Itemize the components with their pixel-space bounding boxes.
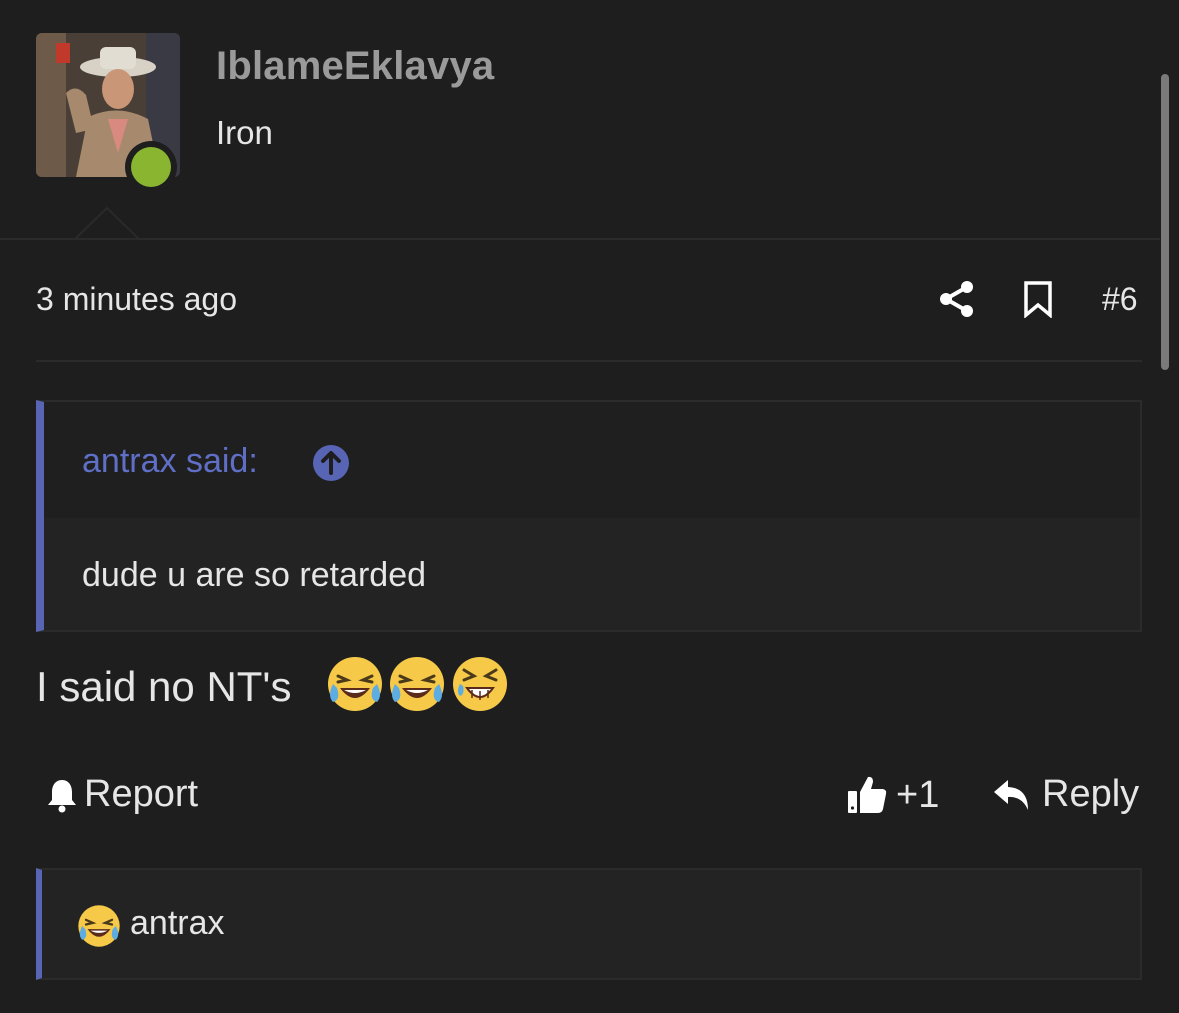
- user-title: Iron: [216, 114, 273, 151]
- reactions-bar[interactable]: antrax: [36, 868, 1142, 980]
- meta-divider: [36, 360, 1142, 362]
- header-divider: [0, 238, 1160, 240]
- reply-button[interactable]: Reply: [1042, 773, 1139, 816]
- reply-arrow-icon[interactable]: [992, 778, 1032, 812]
- report-button[interactable]: Report: [84, 773, 198, 816]
- bell-icon[interactable]: [46, 777, 78, 813]
- thumbs-up-icon[interactable]: [846, 773, 888, 815]
- post-timestamp[interactable]: 3 minutes ago: [36, 281, 237, 318]
- like-count[interactable]: +1: [896, 774, 939, 817]
- header-notch: [74, 206, 140, 240]
- post-message: I said no NT's: [36, 663, 292, 710]
- message-emojis: [325, 654, 508, 716]
- post-username[interactable]: IblameEklavya: [216, 44, 494, 89]
- laughing-crying-emoji-icon: [78, 905, 120, 947]
- arrow-up-circle-icon[interactable]: [312, 444, 350, 482]
- laughing-crying-emoji-icon: [328, 657, 382, 711]
- reaction-users-link[interactable]: antrax: [130, 904, 225, 943]
- share-icon[interactable]: [938, 280, 976, 318]
- laughing-crying-emoji-icon: [390, 657, 445, 711]
- post-number-link[interactable]: #6: [1102, 281, 1138, 318]
- bookmark-icon[interactable]: [1022, 280, 1054, 318]
- quote-block: antrax said: dude u are so retarded: [36, 400, 1142, 632]
- squinting-laugh-emoji-icon: [452, 657, 507, 711]
- scrollbar[interactable]: [1161, 74, 1169, 370]
- quote-body-text: dude u are so retarded: [82, 556, 427, 594]
- online-status-indicator: [125, 141, 177, 193]
- quote-author-link[interactable]: antrax said:: [82, 442, 258, 481]
- quote-header: antrax said:: [44, 402, 1140, 518]
